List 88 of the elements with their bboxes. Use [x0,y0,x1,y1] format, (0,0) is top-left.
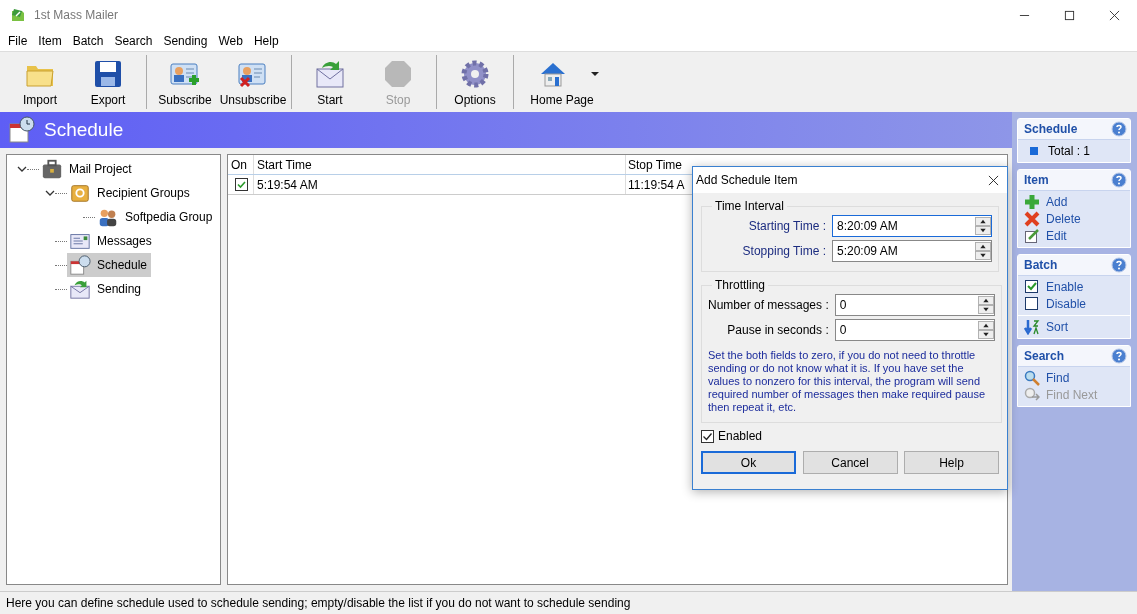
pencil-note-icon [1024,228,1040,244]
menu-item[interactable]: Sending [159,33,215,48]
tree-item[interactable]: Softpedia Group [95,205,217,229]
toolbar-button[interactable]: Export [74,52,142,112]
expand-chevron-icon[interactable] [45,188,55,198]
calendar-clock-icon [68,254,92,276]
menu-item[interactable]: Web [214,33,250,48]
dropdown-caret-icon[interactable] [591,71,599,76]
spin-up-icon[interactable] [977,321,994,330]
spin-field[interactable]: 5:20:09 AM [832,240,992,262]
task-link[interactable]: Add [1024,194,1124,210]
task-link[interactable]: Enable [1024,279,1124,295]
task-section-title: Item [1024,173,1049,187]
empty-box-icon [1024,296,1040,312]
table-cell-text: 11:19:54 A [627,177,685,192]
spin-up-icon[interactable] [975,217,991,226]
field-label: Pause in seconds : [727,323,829,337]
checkbox-label[interactable]: Enabled [718,429,763,443]
menu-item[interactable]: Search [110,33,160,48]
magnifier-icon [1024,370,1040,386]
task-section-title: Schedule [1024,122,1078,136]
dialog-button[interactable]: Ok [701,451,796,474]
address-book-icon [68,182,92,204]
dialog-title: Add Schedule Item [696,173,798,187]
status-bar: Here you can define schedule used to schedule sending; empty/disable the list if you do not want to schedule sending [0,591,1137,614]
spin-up-icon[interactable] [975,242,991,251]
checkbox[interactable] [701,429,714,443]
menu-item[interactable]: File [4,33,35,48]
menu-item[interactable]: Batch [68,33,111,48]
spin-field[interactable]: 0 [834,294,995,316]
window-title: 1st Mass Mailer [34,8,119,22]
help-text: Set the both fields to zero, if you do not need to throttle sending or do not know what it is. If you have set the values to nonzero for this interval, the program will send required number of messages then make required pause then repeat it, etc. [708,349,986,414]
toolbar-button[interactable]: Home Page [518,52,606,112]
calendar-clock-icon [8,116,36,144]
task-link[interactable]: Disable [1024,296,1124,312]
toolbar-button[interactable]: Unsubscribe [219,52,287,112]
cross-icon [1024,211,1040,227]
task-link[interactable]: Sort [1024,319,1124,335]
field-label: Starting Time : [748,219,826,233]
spin-down-icon[interactable] [977,305,994,314]
spin-up-icon[interactable] [977,296,994,305]
column-header[interactable]: Stop Time [626,157,683,172]
dialog-button[interactable]: Cancel [802,451,898,474]
task-section-title: Batch [1024,258,1058,272]
spin-field[interactable]: 0 [834,319,995,341]
checkbox[interactable] [235,178,248,191]
column-header[interactable]: On [228,155,254,174]
group-title: Time Interval [714,199,785,213]
toolbar-button[interactable]: Start [296,52,364,112]
help-icon[interactable] [1111,348,1127,364]
envelope-arrow-icon [68,278,92,300]
task-link[interactable]: Find [1024,370,1124,386]
dialog-button[interactable]: Help [904,451,999,474]
task-link[interactable]: Edit [1024,228,1124,244]
plus-icon [1024,194,1040,210]
toolbar-button[interactable]: Options [441,52,509,112]
checked-box-icon [1024,279,1040,295]
tree-item[interactable]: Mail Project [39,157,136,181]
section-title: Schedule [44,119,124,141]
tree-item[interactable]: Recipient Groups [67,181,194,205]
help-icon[interactable] [1111,121,1127,137]
toolbar-button[interactable]: Subscribe [151,52,219,112]
help-icon[interactable] [1111,257,1127,273]
table-cell: 5:19:54 AM [254,175,626,194]
spin-field[interactable]: 8:20:09 AM [832,215,992,237]
menu-item[interactable]: Help [249,33,286,48]
total-count: Total : 1 [1024,143,1124,159]
task-section-title: Search [1024,349,1065,363]
spin-down-icon[interactable] [977,330,994,339]
task-link[interactable]: Delete [1024,211,1124,227]
app-icon [10,7,26,23]
close-icon[interactable] [988,174,999,186]
group-title: Throttling [714,278,767,292]
help-icon[interactable] [1111,172,1127,188]
field-label: Stopping Time : [742,244,826,258]
expand-chevron-icon[interactable] [17,164,27,174]
tree-item[interactable]: Sending [67,277,146,301]
tree-item[interactable]: Messages [67,229,156,253]
briefcase-icon [40,158,64,180]
tree-item[interactable]: Schedule [67,253,152,277]
column-header[interactable]: Start Time [254,155,626,174]
toolbar-button[interactable]: Import [6,52,74,112]
field-label: Number of messages : [708,298,829,312]
sort-arrow-icon [1024,319,1040,335]
spin-down-icon[interactable] [975,251,991,260]
magnifier-arrow-icon [1024,387,1040,403]
menu-item[interactable]: Item [34,33,69,48]
spin-down-icon[interactable] [975,226,991,235]
